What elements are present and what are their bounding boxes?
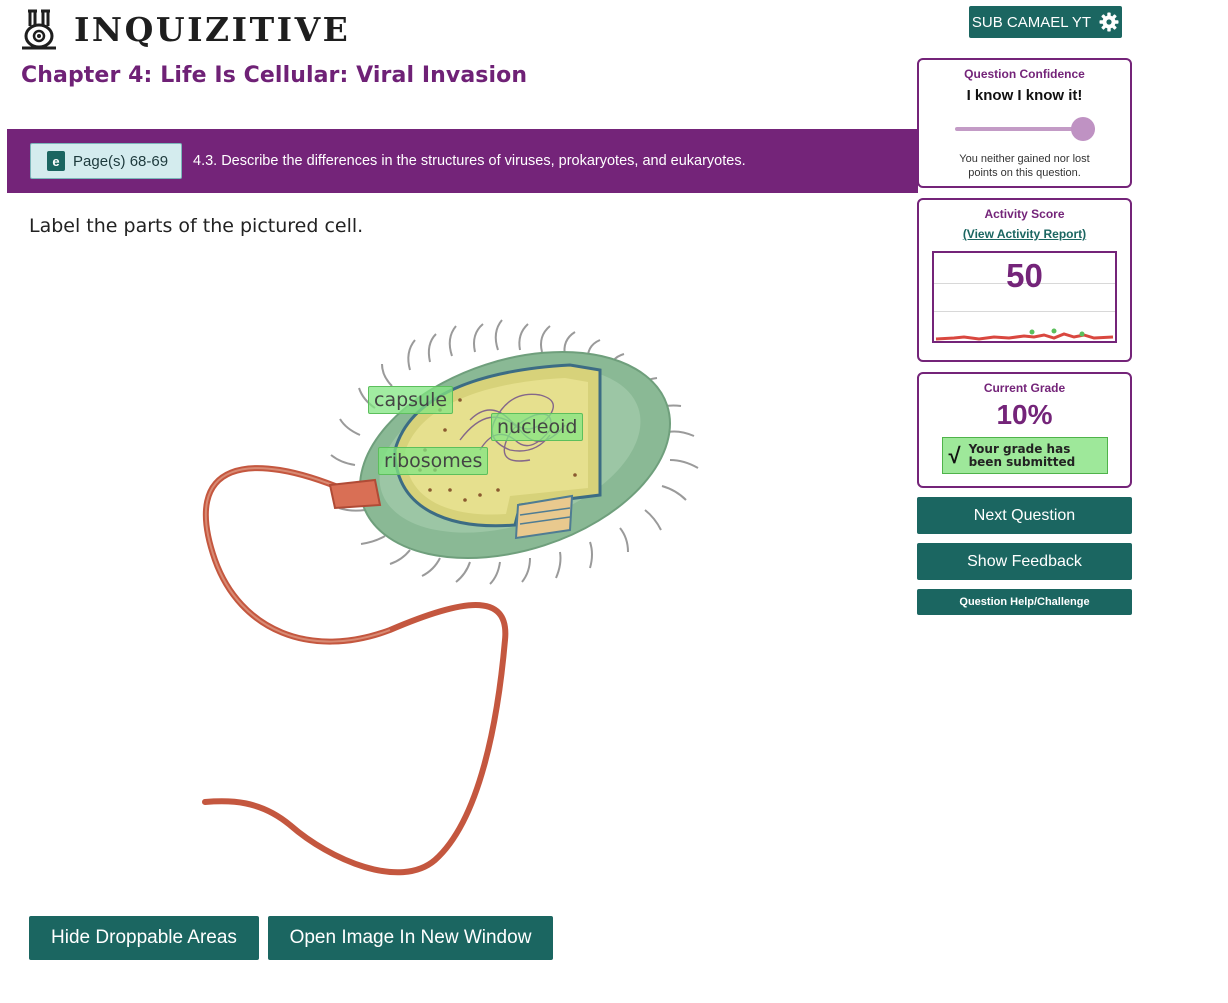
inquizitive-logo: INQUIZITIVE <box>18 8 350 50</box>
rabbit-logo-icon <box>22 9 56 50</box>
pages-label: Page(s) 68-69 <box>73 152 169 170</box>
confidence-level-text: I know I know it! <box>966 87 1083 104</box>
view-activity-report-link[interactable]: (View Activity Report) <box>963 227 1086 241</box>
confidence-note: You neither gained nor lost points on th… <box>959 153 1090 179</box>
open-image-new-window-button[interactable]: Open Image In New Window <box>268 916 553 960</box>
learning-objective: 4.3. Describe the differences in the str… <box>193 153 746 169</box>
user-menu-button[interactable]: SUB CAMAEL YT <box>969 6 1122 38</box>
current-grade-value: 10% <box>996 399 1053 430</box>
cell-figure: capsule nucleoid ribosomes <box>180 300 740 890</box>
confidence-panel: Question Confidence I know I know it! Yo… <box>917 58 1132 188</box>
show-feedback-button[interactable]: Show Feedback <box>917 543 1132 580</box>
activity-score-title: Activity Score <box>984 207 1065 221</box>
current-grade-panel: Current Grade 10% √ Your grade has been … <box>917 372 1132 488</box>
grade-submitted-badge: √ Your grade has been submitted <box>941 437 1108 474</box>
logo-wordmark: INQUIZITIVE <box>74 9 351 49</box>
chapter-title: Chapter 4: Life Is Cellular: Viral Invas… <box>21 63 528 88</box>
confidence-title: Question Confidence <box>964 67 1085 81</box>
slider-thumb[interactable] <box>1070 117 1095 141</box>
ebook-pages-button[interactable]: e Page(s) 68-69 <box>30 143 182 179</box>
confidence-slider[interactable] <box>954 116 1095 142</box>
gear-icon <box>1099 12 1119 32</box>
hide-droppable-areas-button[interactable]: Hide Droppable Areas <box>29 916 259 960</box>
user-name: SUB CAMAEL YT <box>971 13 1092 31</box>
label-capsule[interactable]: capsule <box>368 386 454 414</box>
checkmark-icon: √ <box>948 442 961 468</box>
score-sparkline <box>935 328 1114 341</box>
activity-score-panel: Activity Score (View Activity Report) 50 <box>917 198 1132 362</box>
bacterial-cell-image <box>202 319 699 876</box>
current-grade-title: Current Grade <box>983 381 1066 395</box>
ebook-icon: e <box>47 151 65 171</box>
score-chart: 50 <box>932 251 1117 343</box>
question-prompt: Label the parts of the pictured cell. <box>29 215 364 237</box>
label-nucleoid[interactable]: nucleoid <box>491 413 584 441</box>
grade-submitted-text: Your grade has been submitted <box>968 441 1076 469</box>
next-question-button[interactable]: Next Question <box>917 497 1132 534</box>
question-help-button[interactable]: Question Help/Challenge <box>917 589 1132 615</box>
label-ribosomes[interactable]: ribosomes <box>378 447 489 475</box>
